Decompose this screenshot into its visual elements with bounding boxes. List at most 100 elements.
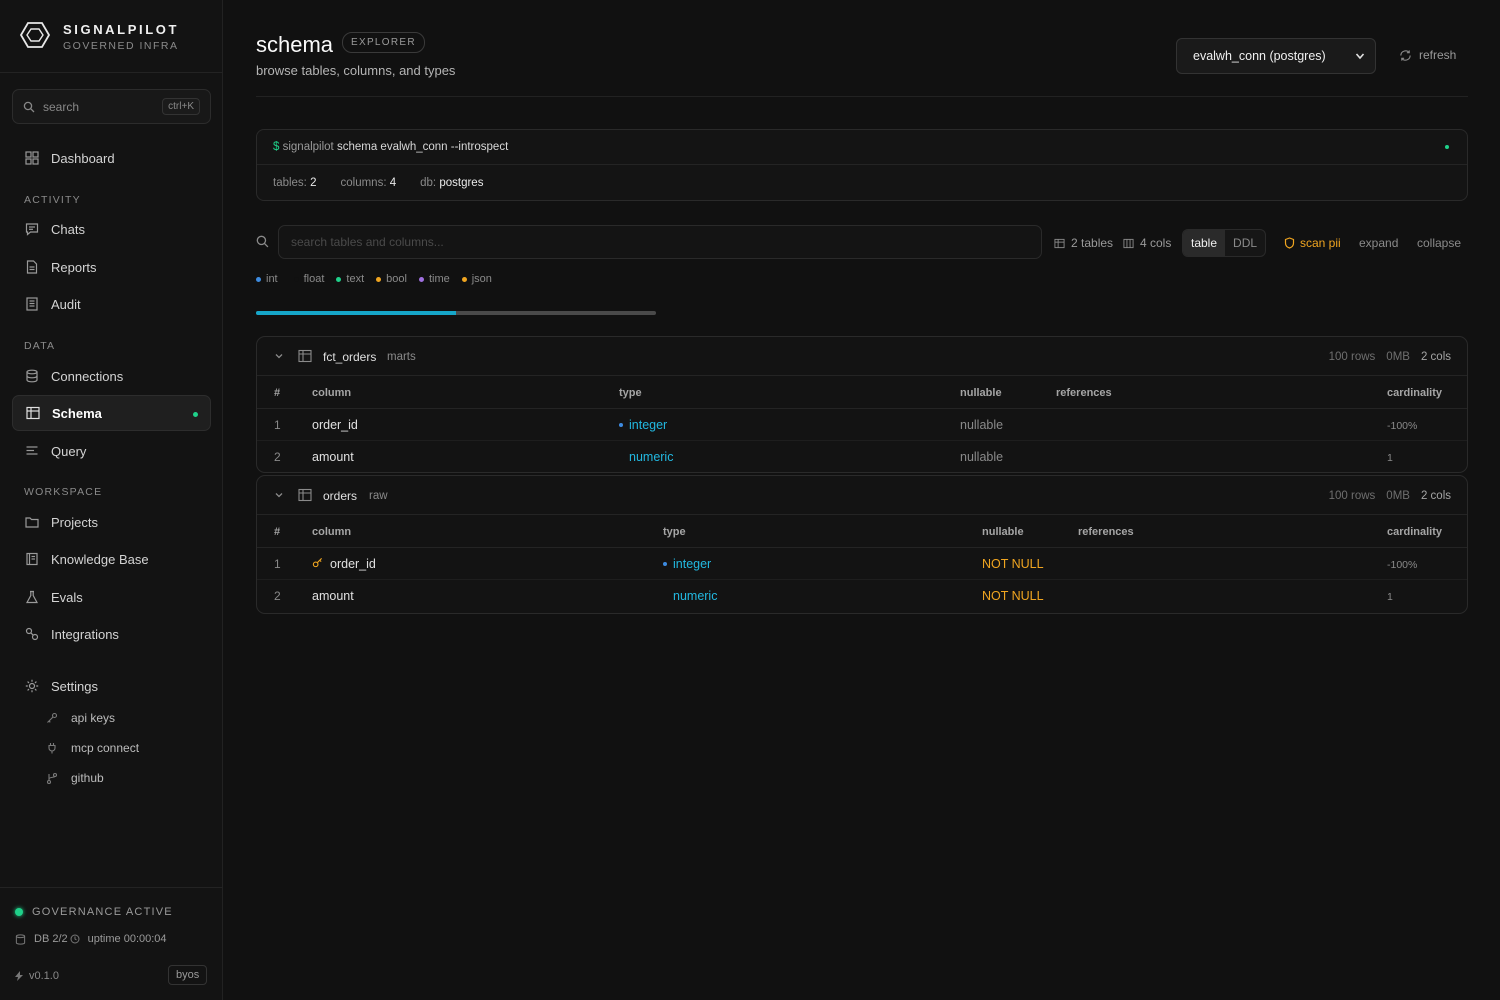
bolt-icon [15,971,23,981]
nav-chats[interactable]: Chats [12,211,211,247]
refresh-icon [1399,49,1412,62]
col-nullable-header: nullable [960,387,1002,399]
table-card-fct-orders: fct_orders marts 100 rows 0MB 2 cols # c… [256,336,1468,473]
col-type-header: type [619,387,642,399]
byos-badge[interactable]: byos [168,965,208,985]
type-dot [619,423,623,427]
table-schema: raw [369,490,388,502]
legend-dot [376,276,382,282]
version: v0.1.0 [15,970,59,982]
nav-dashboard-label: Dashboard [51,150,115,166]
stat-columns: columns: 4 [341,177,397,189]
legend-dot [293,276,299,282]
stat-tables-value: 2 [310,177,317,189]
column-name: amount [312,589,354,603]
nav-schema[interactable]: Schema [12,395,211,431]
column-cardinality: -100% [1387,559,1418,571]
column-name: order_id [330,557,376,571]
table-header[interactable]: fct_orders marts 100 rows 0MB 2 cols [257,337,1467,376]
db-count: DB 2/2 [34,933,68,945]
settings-mcp-connect[interactable]: mcp connect [46,741,139,755]
column-nullable: NOT NULL [982,589,1044,603]
nav-integrations-label: Integrations [51,626,119,642]
nav-audit[interactable]: Audit [12,286,211,322]
nav-query[interactable]: Query [12,433,211,469]
row-count: 100 rows [1328,490,1376,502]
table-icon [1054,238,1065,249]
table-search-input[interactable]: search tables and columns... [278,225,1042,259]
col-references-header: references [1078,526,1134,538]
report-icon [24,259,40,275]
scan-pii-label: scan pii [1300,236,1341,250]
nav-integrations[interactable]: Integrations [12,616,211,652]
table-name: orders [323,489,358,503]
nav-settings[interactable]: Settings [12,668,211,704]
governance-label: GOVERNANCE ACTIVE [32,906,173,918]
section-workspace: WORKSPACE [24,486,103,498]
chevron-down-icon[interactable] [274,351,284,361]
column-type: integer [673,557,712,571]
row-num: 1 [274,557,281,571]
search-icon [23,101,35,113]
connection-select[interactable]: evalwh_conn (postgres) [1176,38,1376,74]
divider [0,887,223,888]
page-subtitle: browse tables, columns, and types [256,63,456,78]
legend-label: time [428,273,450,285]
stat-columns-value: 4 [389,177,397,189]
column-nullable: NOT NULL [982,557,1044,571]
table-row[interactable]: 1 order_id integer NOT NULL -100% [257,548,1467,580]
mcp-connect-label: mcp connect [71,741,140,755]
legend-dot [256,276,261,282]
cli-panel: $ signalpilot schema evalwh_conn --intro… [256,129,1468,201]
table-row[interactable]: 1 order_id integer nullable -100% [257,409,1467,441]
table-meta: 100 rows 0MB 2 cols [1329,351,1451,363]
nav-reports[interactable]: Reports [12,249,211,285]
scan-pii-button[interactable]: scan pii [1284,236,1341,250]
table-icon [298,488,312,502]
nav-projects[interactable]: Projects [12,504,211,540]
refresh-button[interactable]: refresh [1399,48,1456,62]
row-num: 2 [274,450,281,464]
col-column-header: column [312,526,352,538]
governance-status: GOVERNANCE ACTIVE [15,906,173,918]
nav-reports-label: Reports [51,259,97,275]
table-header[interactable]: orders raw 100 rows 0MB 2 cols [257,476,1467,515]
brand[interactable]: SIGNALPILOT GOVERNED INFRA [19,20,179,53]
gear-icon [24,678,40,694]
divider [256,96,1468,97]
nav-knowledge-base[interactable]: Knowledge Base [12,541,211,577]
table-row[interactable]: 2 amount numeric nullable 1 [257,441,1467,472]
settings-github[interactable]: github [46,771,104,785]
nav-settings-label: Settings [51,678,98,694]
view-table-button[interactable]: table [1183,230,1226,256]
cli-stats: tables: 2 columns: 4 db: postgres [273,177,483,189]
column-header-row: # column type nullable references cardin… [257,376,1467,409]
chevron-down-icon[interactable] [274,490,284,500]
github-label: github [71,771,104,785]
sidebar-search[interactable]: search ctrl+K [12,89,211,124]
cols-count-label: 4 cols [1140,236,1172,250]
col-num-header: # [274,387,281,399]
legend-label: bool [386,273,407,285]
folder-icon [24,514,40,530]
nav-dashboard[interactable]: Dashboard [12,140,211,176]
nav-connections[interactable]: Connections [12,358,211,394]
nav-evals[interactable]: Evals [12,579,211,615]
legend-dot [336,276,342,282]
column-count: 2 cols [1420,490,1451,502]
nav-connections-label: Connections [51,368,124,384]
collapse-button[interactable]: collapse [1417,236,1461,250]
col-type-header: type [663,526,686,538]
column-cardinality: 1 [1387,591,1393,603]
settings-api-keys[interactable]: api keys [46,711,115,725]
nav-schema-label: Schema [52,405,102,421]
search-label: search [43,99,80,114]
col-num-header: # [274,526,281,538]
nav-audit-label: Audit [51,296,81,312]
row-num: 2 [274,589,281,603]
type-dot [663,562,667,566]
expand-button[interactable]: expand [1359,236,1398,250]
column-cardinality: 1 [1387,452,1393,464]
table-row[interactable]: 2 amount numeric NOT NULL 1 [257,580,1467,612]
view-ddl-button[interactable]: DDL [1225,230,1265,256]
